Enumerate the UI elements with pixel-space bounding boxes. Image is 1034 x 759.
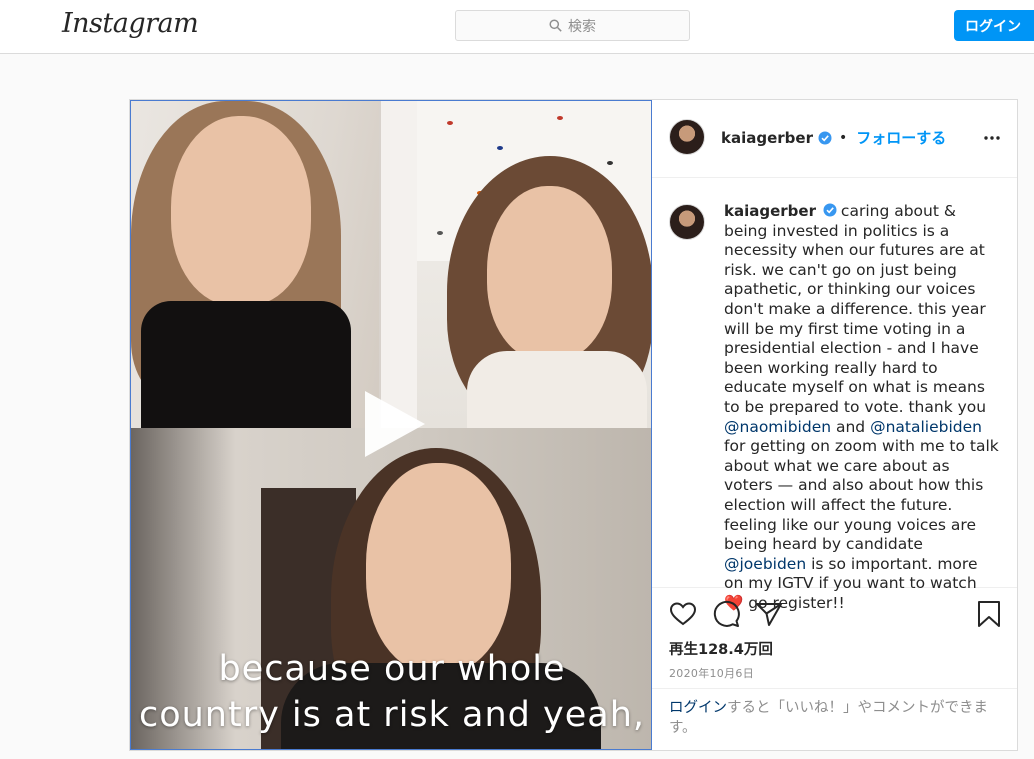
mention-link[interactable]: @nataliebiden [870,418,982,436]
post-card: because our whole country is at risk and… [129,99,1018,751]
caption-username-link[interactable]: kaiagerber [724,202,816,220]
caption-part-1: caring about & being invested in politic… [724,202,987,416]
separator-dot: • [838,129,848,146]
play-icon[interactable] [359,389,429,459]
search-input[interactable]: 検索 [455,10,690,41]
like-icon[interactable] [669,600,697,628]
search-placeholder: 検索 [568,18,596,35]
avatar[interactable] [669,204,705,240]
username-link[interactable]: kaiagerber [721,129,813,147]
video-caption-line-2: country is at risk and yeah, [138,695,646,735]
mention-link[interactable]: @naomibiden [724,418,831,436]
post-side-panel: kaiagerber • フォローする kaiagerber caring ab… [652,100,1017,750]
instagram-logo[interactable]: Instagram [62,8,199,39]
post-date[interactable]: 2020年10月6日 [669,665,754,681]
caption-text: kaiagerber caring about & being invested… [724,202,999,613]
login-link[interactable]: ログイン [669,700,727,716]
video-player[interactable]: because our whole country is at risk and… [130,100,652,750]
caption-comment: kaiagerber caring about & being invested… [652,178,1017,612]
view-count[interactable]: 再生128.4万回 [669,638,773,659]
top-navigation-bar: Instagram 検索 ログイン [0,0,1034,54]
caption-part-2: and [831,417,871,436]
more-options-icon[interactable] [982,128,1002,148]
comment-icon[interactable] [712,600,740,628]
post-header: kaiagerber • フォローする [652,100,1017,178]
follow-button[interactable]: フォローする [856,127,946,148]
action-icons-row [669,600,1009,630]
video-panel-top-left [131,101,417,428]
caption-part-3: for getting on zoom with me to talk abou… [724,437,999,554]
mention-link[interactable]: @joebiden [724,555,806,573]
search-icon [549,19,562,32]
login-button[interactable]: ログイン [954,10,1034,41]
post-actions: 再生128.4万回 2020年10月6日 ログインすると「いいね！」やコメントが… [652,588,1017,750]
header-user-row: kaiagerber • フォローする [721,127,946,148]
video-panel-top-right [417,101,651,428]
save-icon[interactable] [975,600,1003,628]
share-icon[interactable] [755,600,783,628]
verified-icon [823,203,837,217]
video-caption-line-1: because our whole [218,649,566,689]
verified-icon [818,131,832,144]
login-prompt: ログインすると「いいね！」やコメントができます。 [652,688,1017,750]
avatar[interactable] [669,119,705,155]
